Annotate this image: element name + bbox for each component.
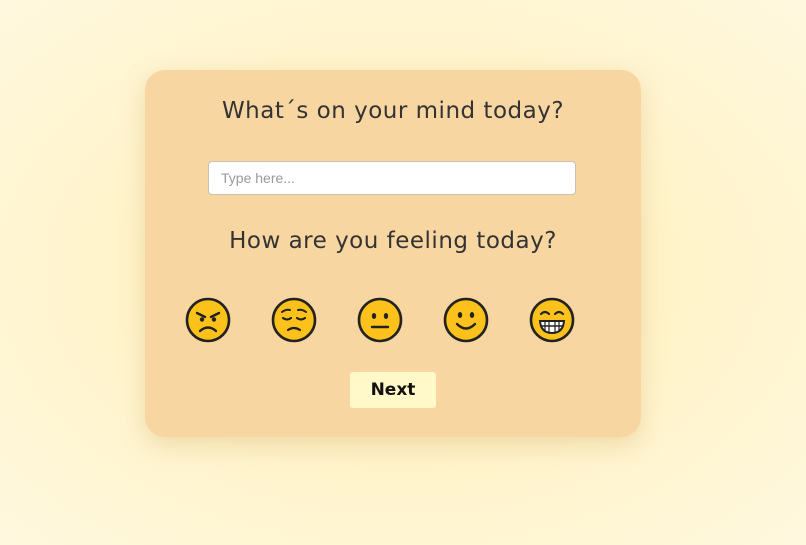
sad-emoji-icon[interactable] — [271, 297, 317, 343]
grin-emoji-icon[interactable] — [529, 297, 575, 343]
mind-text-input[interactable] — [208, 161, 576, 195]
angry-emoji-icon[interactable] — [185, 297, 231, 343]
neutral-emoji-icon[interactable] — [357, 297, 403, 343]
slight-smile-emoji-icon[interactable] — [443, 297, 489, 343]
mind-question-heading: What´s on your mind today? — [221, 98, 565, 124]
feeling-question-heading: How are you feeling today? — [229, 228, 557, 254]
next-button[interactable]: Next — [350, 372, 436, 408]
mood-selector — [185, 297, 605, 343]
mood-card: What´s on your mind today? How are you f… — [145, 70, 641, 437]
